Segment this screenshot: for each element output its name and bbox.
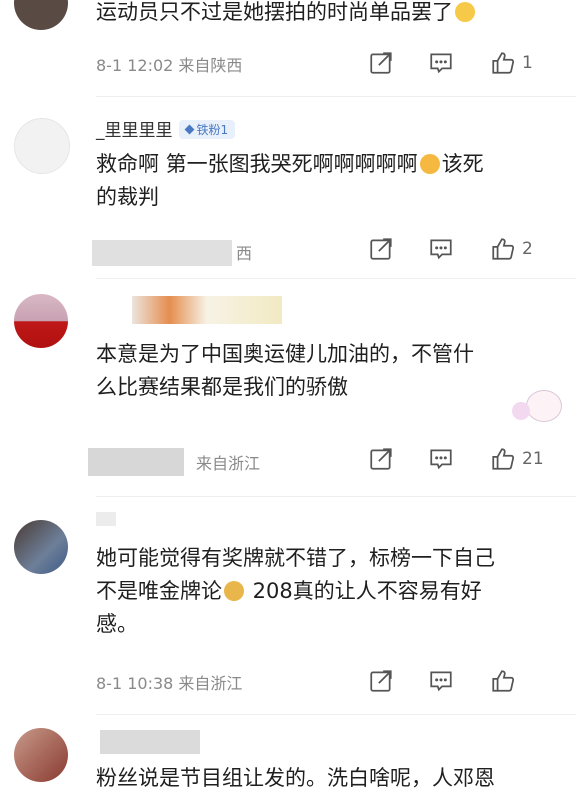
share-icon [370,670,392,692]
comment-text: 本意是为了中国奥运健儿加油的，不管什 么比赛结果都是我们的骄傲 [96,342,474,399]
like-count: 2 [522,239,533,259]
like-button[interactable]: 21 [490,444,544,474]
comment-meta: 来自浙江 [196,454,261,473]
thumbs-up-icon [492,238,515,260]
avatar[interactable] [14,0,68,30]
comment-icon [430,449,452,470]
like-count: 1 [522,53,533,73]
comment-meta: 8-1 10:38 来自浙江 [96,670,242,694]
comment-location: 来自浙江 [178,674,243,693]
comment-actions: 21 [368,444,564,474]
avatar[interactable] [14,520,68,574]
comment-text: 救命啊 第一张图我哭死啊啊啊啊啊 该死 的裁判 [96,152,484,209]
comment-2: _里里里里 铁粉1 救命啊 第一张图我哭死啊啊啊啊啊 该死 的裁判 西 2 [0,110,576,280]
blurred-username [132,296,282,324]
thumbs-up-icon [492,448,515,470]
share-icon [370,52,392,74]
comment-3: 本意是为了中国奥运健儿加油的，不管什 么比赛结果都是我们的骄傲 来自浙江 21 [0,288,576,488]
comment-meta: 西 [236,244,253,263]
sticker-decoration [500,384,570,434]
comment-date: 8-1 10:38 [96,674,174,693]
comment-button[interactable] [428,444,454,474]
comment-username[interactable]: _里里里里 铁粉1 [96,116,236,141]
divider [96,714,576,715]
share-icon [370,448,392,470]
blurred-meta [92,240,232,266]
divider [96,496,576,497]
comment-icon [430,239,452,260]
comment-4: 她可能觉得有奖牌就不错了，标榜一下自己 不是唯金牌论 208真的让人不容易有好 … [0,506,576,716]
share-button[interactable] [368,234,394,264]
comment-button[interactable] [428,666,454,696]
thumbs-up-icon [492,670,515,692]
share-button[interactable] [368,666,394,696]
comment-meta: 8-1 12:02 来自陕西 [96,52,242,76]
crying-face-emoji [419,154,440,174]
blurred-meta [88,448,184,476]
diamond-icon [184,124,194,135]
like-button[interactable]: 1 [490,48,533,78]
thumbs-up-icon [492,52,515,74]
comment-location: 来自陕西 [178,56,243,75]
blurred-username [100,730,200,754]
comment-text: 粉丝说是节目组让发的。洗白啥呢，人邓恩 [96,766,495,790]
avatar[interactable] [14,118,70,174]
comment-actions: 2 [368,234,564,264]
share-icon [370,238,392,260]
comment-text: 运动员只不过是她摆拍的时尚单品罢了 [96,0,556,29]
avatar[interactable] [14,728,68,782]
comment-1: 运动员只不过是她摆拍的时尚单品罢了 8-1 12:02 来自陕西 1 [0,0,576,90]
divider [96,96,576,97]
comment-icon [430,53,452,74]
doge-emoji [224,581,244,601]
comment-actions [368,666,564,696]
thinking-face-emoji [455,2,475,22]
comment-icon [430,671,452,692]
fan-badge: 铁粉1 [178,120,236,139]
comment-5: 粉丝说是节目组让发的。洗白啥呢，人邓恩 [0,722,576,793]
like-button[interactable]: 2 [490,234,533,264]
like-button[interactable] [490,666,522,696]
comment-button[interactable] [428,234,454,264]
divider [96,278,576,279]
avatar[interactable] [14,294,68,348]
comment-button[interactable] [428,48,454,78]
comment-text: 她可能觉得有奖牌就不错了，标榜一下自己 不是唯金牌论 208真的让人不容易有好 … [96,546,495,636]
like-count: 21 [522,449,544,469]
share-button[interactable] [368,48,394,78]
comment-actions: 1 [368,48,564,78]
share-button[interactable] [368,444,394,474]
comment-date: 8-1 12:02 [96,56,174,75]
blurred-username [96,512,116,526]
